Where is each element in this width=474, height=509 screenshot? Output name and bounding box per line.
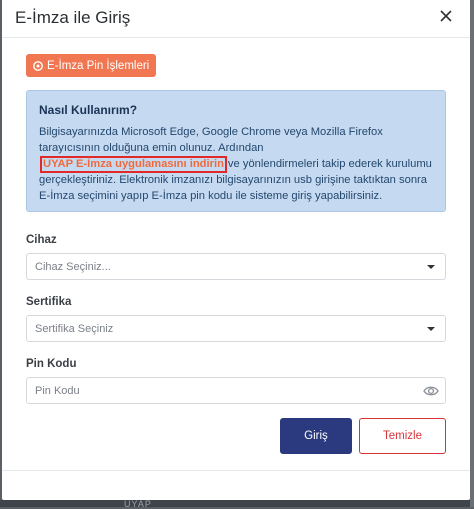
- background-strip: [0, 500, 474, 507]
- info-box: Nasıl Kullanırım? Bilgisayarınızda Micro…: [26, 90, 446, 212]
- modal-header: E-İmza ile Giriş: [2, 0, 470, 38]
- modal-title: E-İmza ile Giriş: [15, 8, 131, 27]
- footer-divider: [2, 470, 470, 471]
- device-label: Cihaz: [26, 234, 57, 246]
- clear-button[interactable]: Temizle: [359, 418, 446, 454]
- certificate-select[interactable]: Sertifika Seçiniz: [26, 315, 446, 342]
- caret-down-icon: [427, 265, 435, 269]
- eye-icon[interactable]: [423, 384, 439, 398]
- info-text: Bilgisayarınızda Microsoft Edge, Google …: [39, 125, 433, 204]
- info-text-before: Bilgisayarınızda Microsoft Edge, Google …: [39, 126, 383, 154]
- background-text: UYAP: [124, 499, 152, 509]
- certificate-label: Sertifika: [26, 296, 72, 308]
- device-select-value: Cihaz Seçiniz...: [35, 260, 111, 273]
- device-select[interactable]: Cihaz Seçiniz...: [26, 253, 446, 280]
- certificate-select-value: Sertifika Seçiniz: [35, 322, 114, 335]
- download-uyap-link[interactable]: UYAP E-İmza uygulamasını indirin: [40, 156, 227, 173]
- e-imza-pin-button[interactable]: E-İmza Pin İşlemleri: [26, 54, 157, 77]
- info-title: Nasıl Kullanırım?: [39, 103, 138, 117]
- pin-input-placeholder: Pin Kodu: [35, 384, 80, 397]
- close-icon[interactable]: [438, 8, 454, 24]
- pin-button-label: E-İmza Pin İşlemleri: [47, 59, 150, 72]
- login-button[interactable]: Giriş: [280, 418, 352, 454]
- caret-down-icon: [427, 327, 435, 331]
- settings-circle-icon: [33, 60, 43, 71]
- pin-input[interactable]: Pin Kodu: [26, 377, 446, 404]
- pin-label: Pin Kodu: [26, 358, 77, 370]
- page-scrollbar[interactable]: [470, 0, 474, 507]
- e-imza-login-modal: E-İmza ile Giriş E-İmza Pin İşlemleri Na…: [2, 0, 470, 500]
